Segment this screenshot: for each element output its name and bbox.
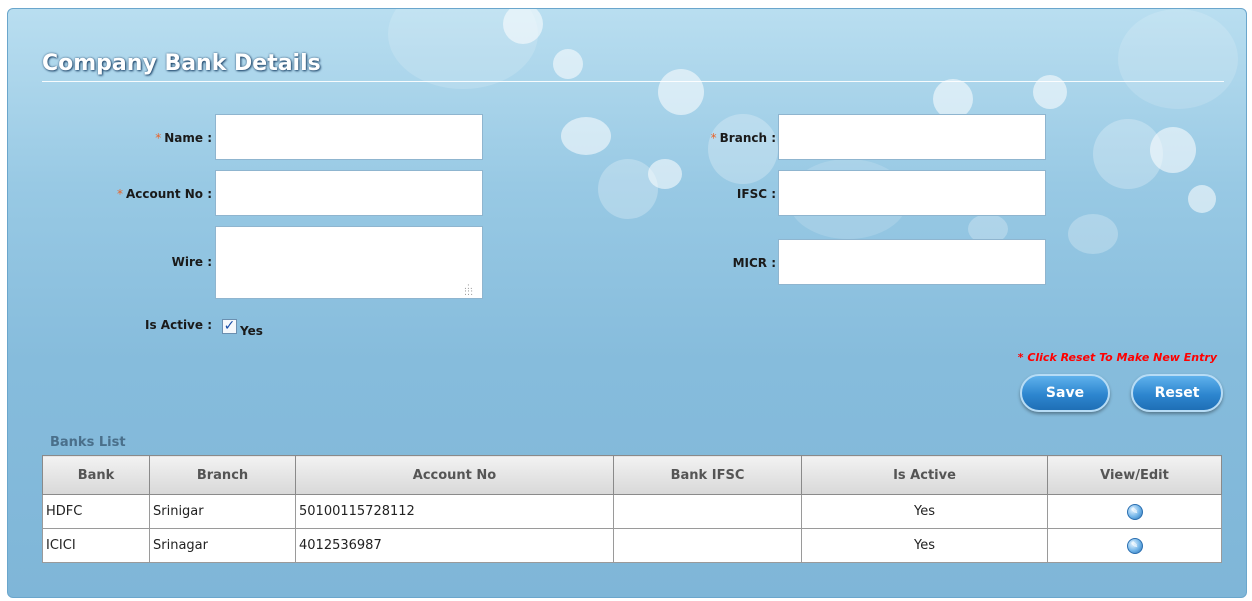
banks-list-title: Banks List: [50, 435, 126, 450]
bokeh-decoration: [598, 159, 658, 219]
branch-label-text: Branch :: [719, 131, 776, 145]
column-header-bank-ifsc[interactable]: Bank IFSC: [613, 455, 802, 495]
bokeh-decoration: [648, 159, 682, 189]
column-header-branch[interactable]: Branch: [149, 455, 296, 495]
bokeh-decoration: [561, 117, 611, 155]
cell-account-no: 4012536987: [295, 528, 614, 563]
table-row: ICICI Srinagar 4012536987 Yes ✎: [42, 528, 1222, 563]
required-marker: *: [116, 187, 123, 201]
banks-table: Bank Branch Account No Bank IFSC Is Acti…: [42, 455, 1222, 563]
cell-ifsc: [613, 528, 802, 563]
bokeh-decoration: [1093, 119, 1163, 189]
bokeh-decoration: [658, 69, 704, 115]
reset-note: * Click Reset To Make New Entry: [1017, 351, 1217, 364]
column-header-account-no[interactable]: Account No: [295, 455, 614, 495]
branch-input[interactable]: [778, 114, 1046, 160]
wire-label: Wire :: [171, 255, 212, 269]
cell-view-edit: ✎: [1047, 528, 1222, 563]
name-label: * Name :: [108, 131, 212, 145]
is-active-checkbox[interactable]: ✓: [222, 319, 237, 334]
is-active-yes-label: Yes: [240, 324, 263, 338]
micr-input[interactable]: [778, 239, 1046, 285]
reset-button[interactable]: Reset: [1131, 374, 1223, 412]
bokeh-decoration: [1188, 185, 1216, 213]
bokeh-decoration: [553, 49, 583, 79]
name-label-text: Name :: [164, 131, 212, 145]
cell-bank: ICICI: [42, 528, 150, 563]
bokeh-decoration: [933, 79, 973, 119]
cell-view-edit: ✎: [1047, 494, 1222, 529]
bokeh-decoration: [388, 9, 538, 89]
required-marker: *: [710, 131, 717, 145]
name-input[interactable]: [215, 114, 483, 160]
account-no-input[interactable]: [215, 170, 483, 216]
title-divider: [42, 81, 1224, 82]
bokeh-decoration: [503, 9, 543, 44]
cell-branch: Srinagar: [149, 528, 296, 563]
page-title: Company Bank Details: [42, 51, 321, 76]
cell-bank: HDFC: [42, 494, 150, 529]
micr-label: MICR :: [732, 256, 776, 270]
bokeh-decoration: [1118, 9, 1238, 109]
bokeh-decoration: [1068, 214, 1118, 254]
column-header-is-active[interactable]: Is Active: [801, 455, 1048, 495]
required-marker: *: [155, 131, 162, 145]
table-row: HDFC Srinigar 50100115728112 Yes ✎: [42, 494, 1222, 529]
column-header-bank[interactable]: Bank: [42, 455, 150, 495]
edit-icon[interactable]: ✎: [1126, 503, 1143, 520]
cell-account-no: 50100115728112: [295, 494, 614, 529]
bokeh-decoration: [1150, 127, 1196, 173]
cell-is-active: Yes: [801, 528, 1048, 563]
branch-label: * Branch :: [658, 131, 776, 145]
checkmark-icon: ✓: [223, 318, 236, 334]
ifsc-label: IFSC :: [736, 187, 776, 201]
wire-textarea[interactable]: [215, 226, 483, 299]
resize-grip-icon[interactable]: .:.:::: [464, 283, 476, 298]
ifsc-input[interactable]: [778, 170, 1046, 216]
save-button[interactable]: Save: [1020, 374, 1110, 412]
cell-is-active: Yes: [801, 494, 1048, 529]
is-active-label: Is Active :: [145, 318, 212, 332]
cell-ifsc: [613, 494, 802, 529]
account-no-label-text: Account No :: [125, 187, 212, 201]
cell-branch: Srinigar: [149, 494, 296, 529]
table-header-row: Bank Branch Account No Bank IFSC Is Acti…: [42, 455, 1222, 495]
account-no-label: * Account No :: [88, 187, 212, 201]
column-header-view-edit: View/Edit: [1047, 455, 1222, 495]
edit-icon[interactable]: ✎: [1126, 537, 1143, 554]
bokeh-decoration: [708, 114, 778, 184]
